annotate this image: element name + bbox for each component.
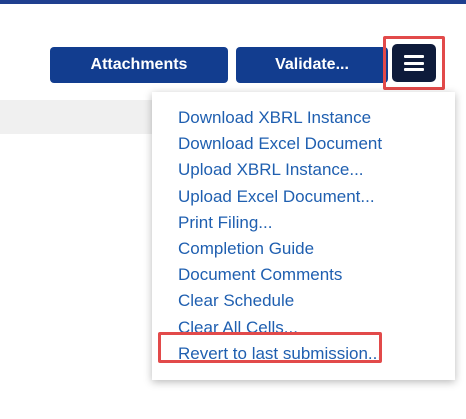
hamburger-icon bbox=[404, 55, 424, 71]
attachments-button[interactable]: Attachments bbox=[50, 47, 228, 83]
content-header-bar bbox=[0, 100, 152, 134]
menu-item-clear-schedule[interactable]: Clear Schedule bbox=[178, 291, 294, 311]
menu-item-print-filing[interactable]: Print Filing... bbox=[178, 213, 272, 233]
toolbar: Attachments Validate... bbox=[0, 0, 466, 100]
menu-item-upload-excel-document[interactable]: Upload Excel Document... bbox=[178, 187, 375, 207]
clear-all-cells-highlight bbox=[158, 332, 382, 363]
menu-item-document-comments[interactable]: Document Comments bbox=[178, 265, 342, 285]
menu-button[interactable] bbox=[392, 44, 436, 82]
menu-item-download-excel-document[interactable]: Download Excel Document bbox=[178, 134, 382, 154]
menu-item-completion-guide[interactable]: Completion Guide bbox=[178, 239, 314, 259]
menu-item-download-xbrl-instance[interactable]: Download XBRL Instance bbox=[178, 108, 371, 128]
validate-button[interactable]: Validate... bbox=[236, 47, 388, 83]
menu-item-upload-xbrl-instance[interactable]: Upload XBRL Instance... bbox=[178, 160, 364, 180]
